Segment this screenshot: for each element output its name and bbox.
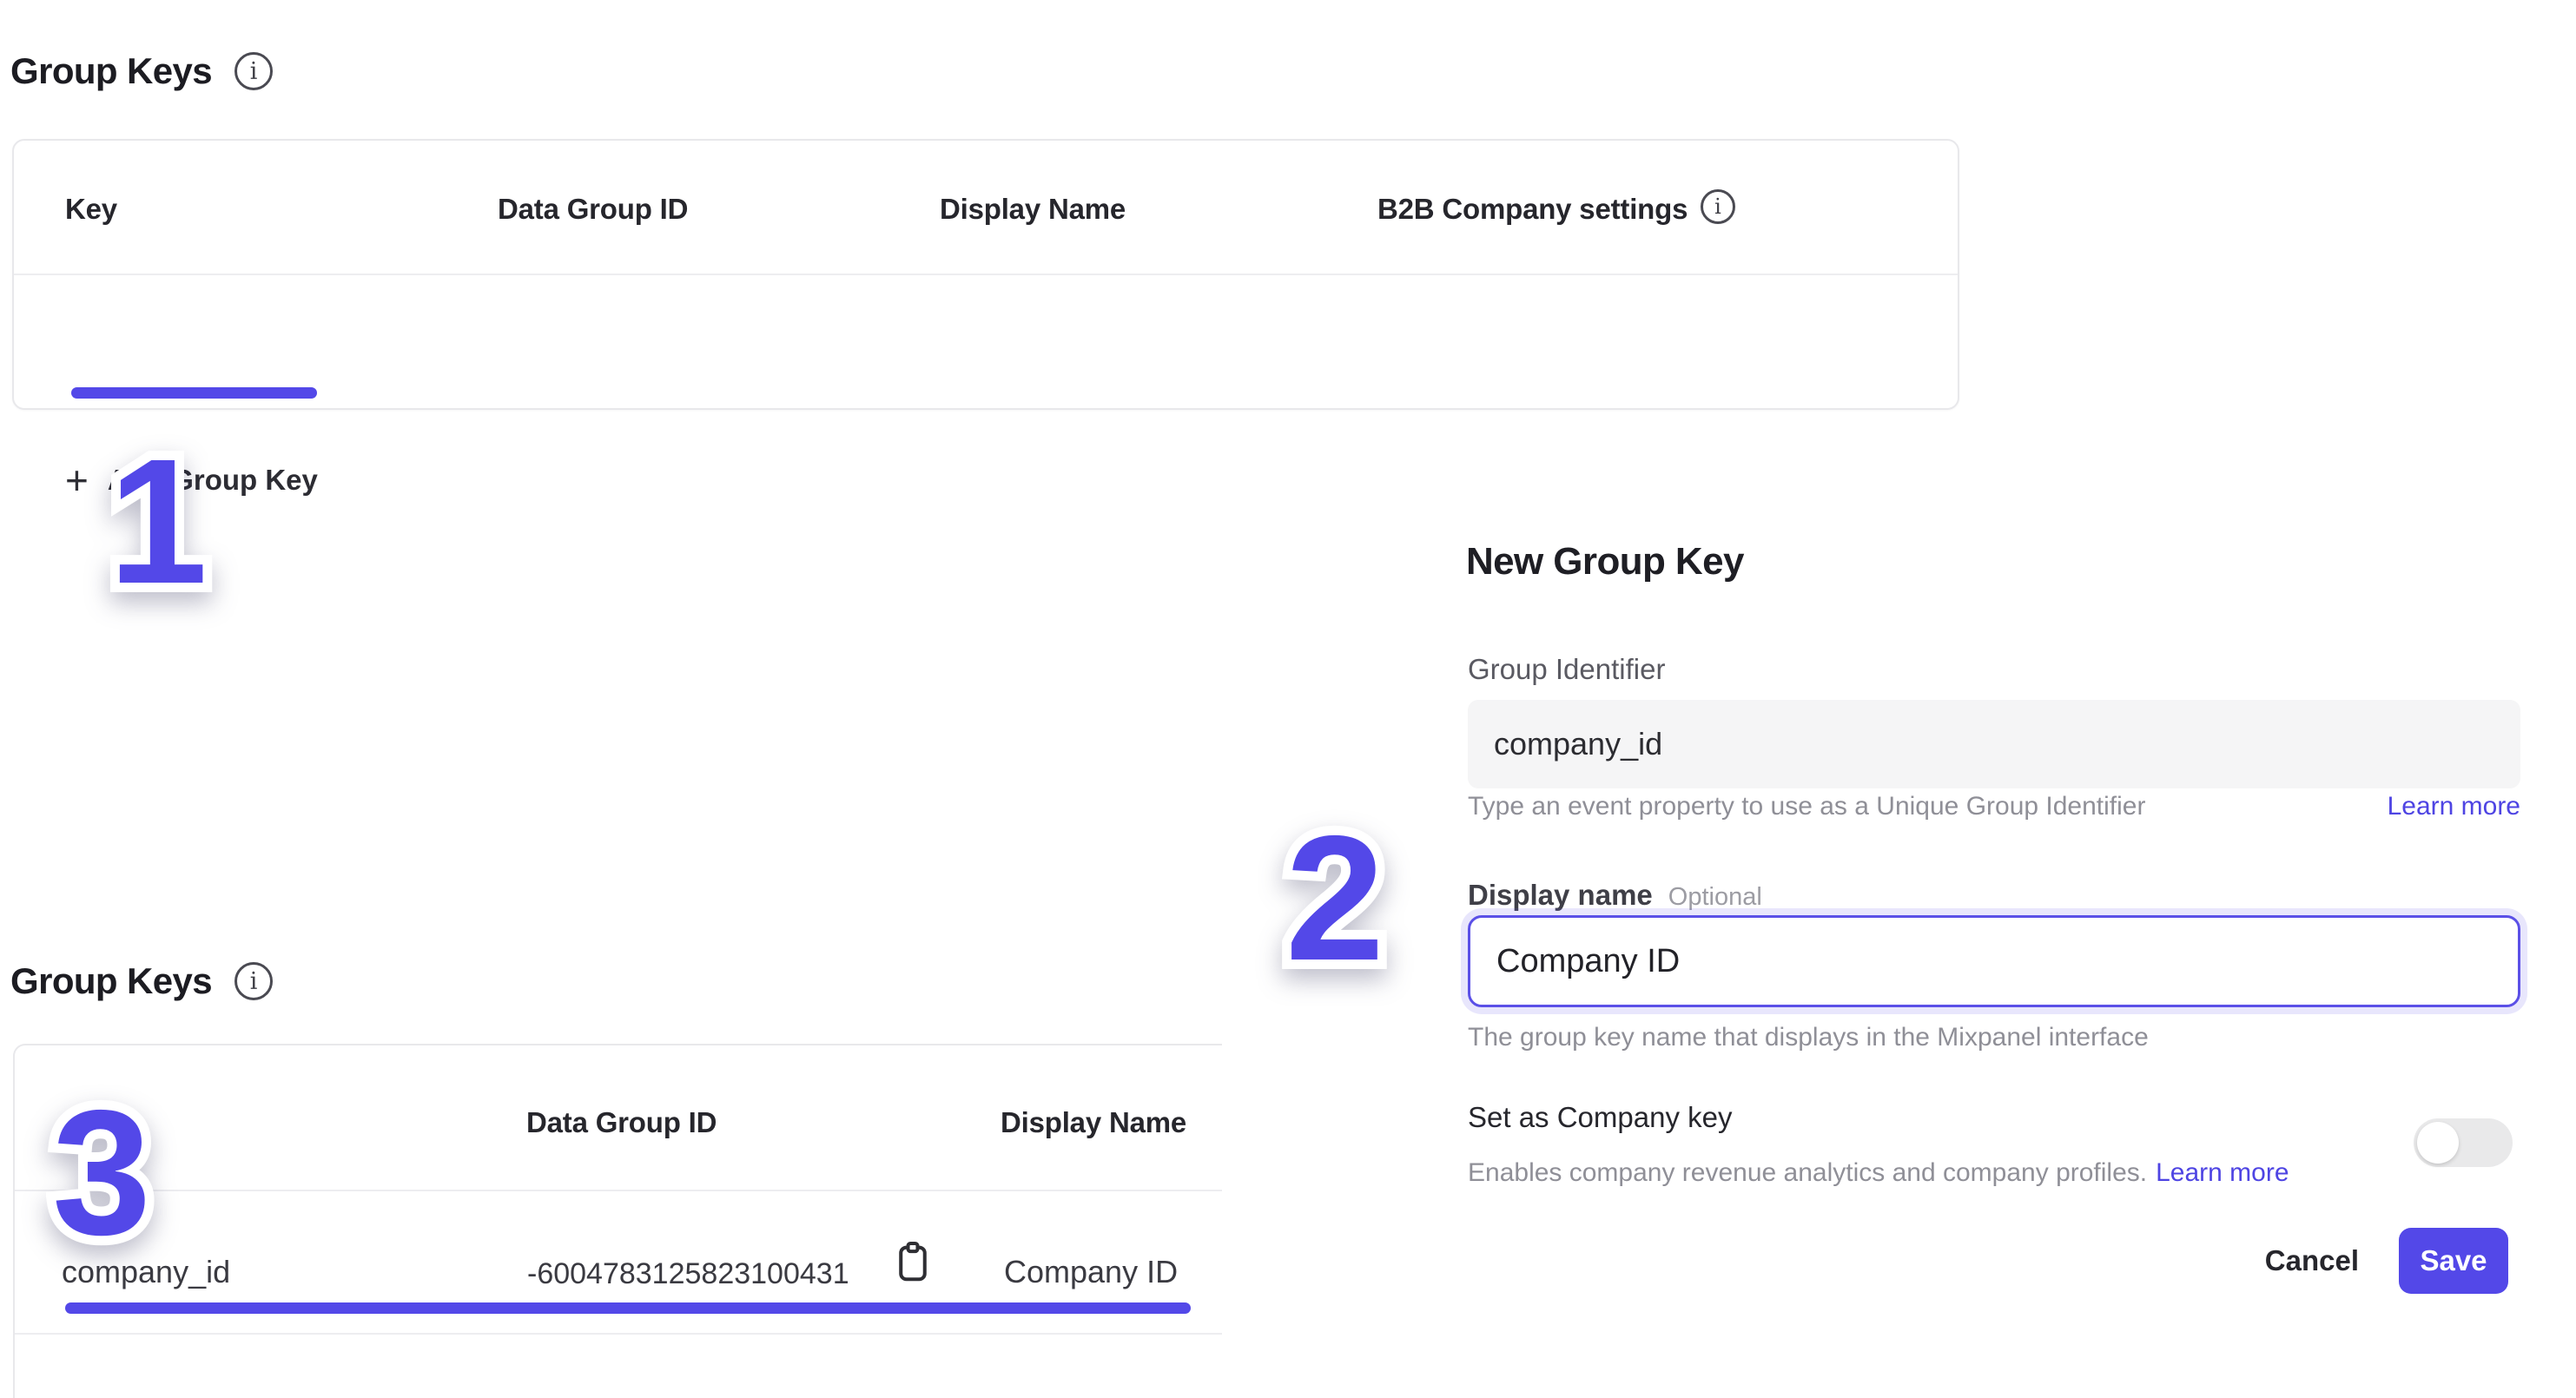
group-identifier-label: Group Identifier — [1468, 653, 1665, 686]
plus-icon: + — [65, 460, 89, 500]
company-key-toggle[interactable] — [2414, 1118, 2513, 1167]
display-name-optional-tag: Optional — [1668, 883, 1762, 912]
company-key-label: Set as Company key — [1468, 1101, 1732, 1134]
row-divider — [15, 1333, 1222, 1335]
group-identifier-helper: Type an event property to use as a Uniqu… — [1468, 792, 2145, 821]
identifier-learn-more-link[interactable]: Learn more — [2388, 792, 2520, 821]
save-button[interactable]: Save — [2399, 1228, 2508, 1294]
page: Group Keys i Key Data Group ID Display N… — [0, 0, 2576, 1398]
group-keys-table-populated: Key Data Group ID Display Name company_i… — [13, 1044, 1222, 1398]
display-name-helper: The group key name that displays in the … — [1468, 1023, 2149, 1052]
company-key-helper-row: Enables company revenue analytics and co… — [1468, 1158, 2289, 1188]
copy-icon[interactable] — [894, 1240, 932, 1289]
display-name-input[interactable] — [1468, 915, 2520, 1007]
group-keys-table: Key Data Group ID Display Name B2B Compa… — [12, 139, 1959, 410]
group-identifier-input[interactable] — [1468, 700, 2520, 788]
b2b-info-icon[interactable]: i — [1701, 189, 1735, 224]
group-identifier-helper-row: Type an event property to use as a Uniqu… — [1468, 792, 2520, 821]
column-header-data-group-id: Data Group ID — [498, 193, 688, 226]
step1-highlight-underline — [71, 387, 317, 399]
row-data-group-id-cell: -6004783125823100431 — [527, 1257, 849, 1291]
column-header-b2b-settings: B2B Company settings — [1377, 193, 1688, 226]
table-header-divider — [15, 1190, 1222, 1191]
info-icon[interactable]: i — [234, 52, 273, 90]
step-1-badge: 1 — [109, 432, 208, 610]
step-3-badge: 3 — [52, 1084, 151, 1262]
column-header-data-group-id: Data Group ID — [526, 1106, 717, 1139]
company-key-helper: Enables company revenue analytics and co… — [1468, 1158, 2147, 1188]
form-actions: Cancel Save — [2241, 1228, 2508, 1294]
display-name-label-row: Display name Optional — [1468, 879, 1762, 912]
bottom-section-heading: Group Keys i — [10, 960, 273, 1002]
step-2-badge: 2 — [1285, 809, 1384, 987]
cancel-button[interactable]: Cancel — [2265, 1244, 2359, 1277]
display-name-label: Display name — [1468, 879, 1653, 912]
table-header-divider — [14, 274, 1958, 275]
column-header-key: Key — [65, 193, 117, 226]
top-section-heading: Group Keys i — [10, 50, 273, 92]
bottom-page-title: Group Keys — [10, 960, 212, 1002]
toggle-knob — [2417, 1122, 2459, 1164]
company-key-learn-more-link[interactable]: Learn more — [2156, 1158, 2289, 1188]
page-title: Group Keys — [10, 50, 212, 92]
column-header-display-name: Display Name — [1001, 1106, 1186, 1139]
step3-highlight-underline — [65, 1302, 1191, 1314]
column-header-display-name: Display Name — [940, 193, 1126, 226]
bottom-info-icon[interactable]: i — [234, 962, 273, 1000]
form-title: New Group Key — [1466, 540, 1744, 584]
row-display-name-cell: Company ID — [1004, 1254, 1178, 1290]
